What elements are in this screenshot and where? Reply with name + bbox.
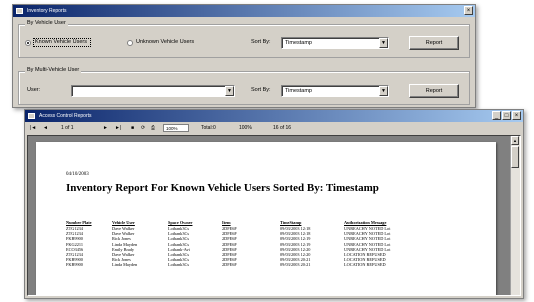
sort-by-select[interactable]: Timestamp ▼ [281, 37, 389, 49]
vertical-scrollbar[interactable]: ▲ [510, 136, 520, 295]
table-cell: Linda Mayden [112, 262, 138, 268]
vehicle-user-group: By Vehicle User Known Vehicle Users Unkn… [18, 20, 470, 58]
close-icon[interactable]: × [464, 6, 473, 15]
table-row: FKB9900 Linda Mayden Lotbank3Cs 2DFE6F 09/03… [66, 262, 396, 267]
report-toolbar: |◄ ◄ 1 of 1 ► ►| ■ ⟳ ⎙ 100% Total:0 100%… [25, 122, 523, 134]
last-page-icon[interactable]: ►| [115, 122, 121, 134]
table-cell: LOCATION REFUSED [344, 262, 386, 268]
vehicle-user-legend: By Vehicle User [25, 20, 68, 26]
multi-report-button-label: Report [425, 88, 443, 94]
count-label: 16 of 16 [273, 125, 292, 131]
multi-report-button[interactable]: Report [409, 84, 459, 98]
dialog-titlebar[interactable]: Inventory Reports × [13, 5, 475, 17]
report-button-label: Report [425, 40, 443, 46]
scroll-up-icon[interactable]: ▲ [511, 136, 519, 145]
report-viewer-window: Access Control Reports _ □ × |◄ ◄ 1 of 1… [24, 109, 524, 299]
known-users-label[interactable]: Known Vehicle Users [35, 39, 87, 45]
multi-sort-by-label: Sort By: [251, 87, 271, 93]
table-row: FKB9900 Rick Jones Lotbank3Cs 2DFE6F 09/03/2… [66, 236, 396, 241]
report-titlebar[interactable]: Access Control Reports _ □ × [25, 110, 523, 122]
report-table-body: ZTG1234 Dave Walker Lotbank3Cs 2DFE6F 09/03/… [66, 226, 396, 268]
report-app-icon [28, 113, 35, 119]
close-icon[interactable]: × [512, 111, 521, 120]
minimize-icon[interactable]: _ [492, 111, 501, 120]
prev-page-icon[interactable]: ◄ [43, 122, 48, 134]
report-date: 04/10/2003 [66, 172, 89, 177]
report-button[interactable]: Report [409, 36, 459, 50]
chevron-down-icon[interactable]: ▼ [225, 86, 234, 96]
table-cell: Lotbank3Cs [168, 262, 190, 268]
dialog-title: Inventory Reports [27, 8, 67, 14]
print-icon[interactable]: ⎙ [151, 122, 155, 134]
chevron-down-icon[interactable]: ▼ [379, 38, 388, 48]
multi-sort-by-select[interactable]: Timestamp ▼ [281, 85, 389, 97]
table-cell: UNREACHY NOTED Lot [344, 236, 391, 242]
page-indicator: 1 of 1 [61, 125, 74, 131]
user-select[interactable]: ▼ [71, 85, 235, 97]
table-cell: 2DFE6F [222, 262, 237, 268]
multi-sort-by-value: Timestamp [285, 88, 312, 94]
app-icon [16, 8, 23, 14]
unknown-users-label[interactable]: Unknown Vehicle Users [136, 39, 194, 45]
user-label: User: [27, 87, 41, 93]
sort-by-value: Timestamp [285, 40, 312, 46]
multi-vehicle-legend: By Multi-Vehicle User [25, 67, 82, 73]
total-label: Total:0 [201, 125, 216, 131]
table-cell: 09/03/2003 20:21 [280, 262, 311, 268]
report-viewport[interactable]: 04/10/2003 Inventory Report For Known Ve… [27, 135, 521, 296]
next-page-icon[interactable]: ► [103, 122, 108, 134]
refresh-icon[interactable]: ⟳ [141, 122, 145, 134]
multi-vehicle-group: By Multi-Vehicle User User: ▼ Sort By: T… [18, 67, 470, 105]
zoom-select[interactable]: 100% [163, 124, 189, 132]
report-window-title: Access Control Reports [39, 113, 92, 119]
sort-by-label: Sort By: [251, 39, 271, 45]
first-page-icon[interactable]: |◄ [30, 122, 36, 134]
report-table: Number Plate Vehicle User Space Owner It… [66, 220, 396, 268]
stop-icon[interactable]: ■ [131, 122, 134, 134]
scroll-thumb[interactable] [511, 146, 519, 168]
inventory-reports-dialog: Inventory Reports × By Vehicle User Know… [12, 4, 476, 108]
maximize-icon[interactable]: □ [502, 111, 511, 120]
known-users-radio[interactable] [25, 40, 31, 46]
chevron-down-icon[interactable]: ▼ [379, 86, 388, 96]
unknown-users-radio[interactable] [127, 40, 133, 46]
percent-label: 100% [239, 125, 252, 131]
table-cell: FKB9900 [66, 262, 83, 268]
report-title: Inventory Report For Known Vehicle Users… [66, 182, 379, 194]
report-page: 04/10/2003 Inventory Report For Known Ve… [36, 142, 496, 295]
zoom-value: 100% [166, 126, 178, 131]
